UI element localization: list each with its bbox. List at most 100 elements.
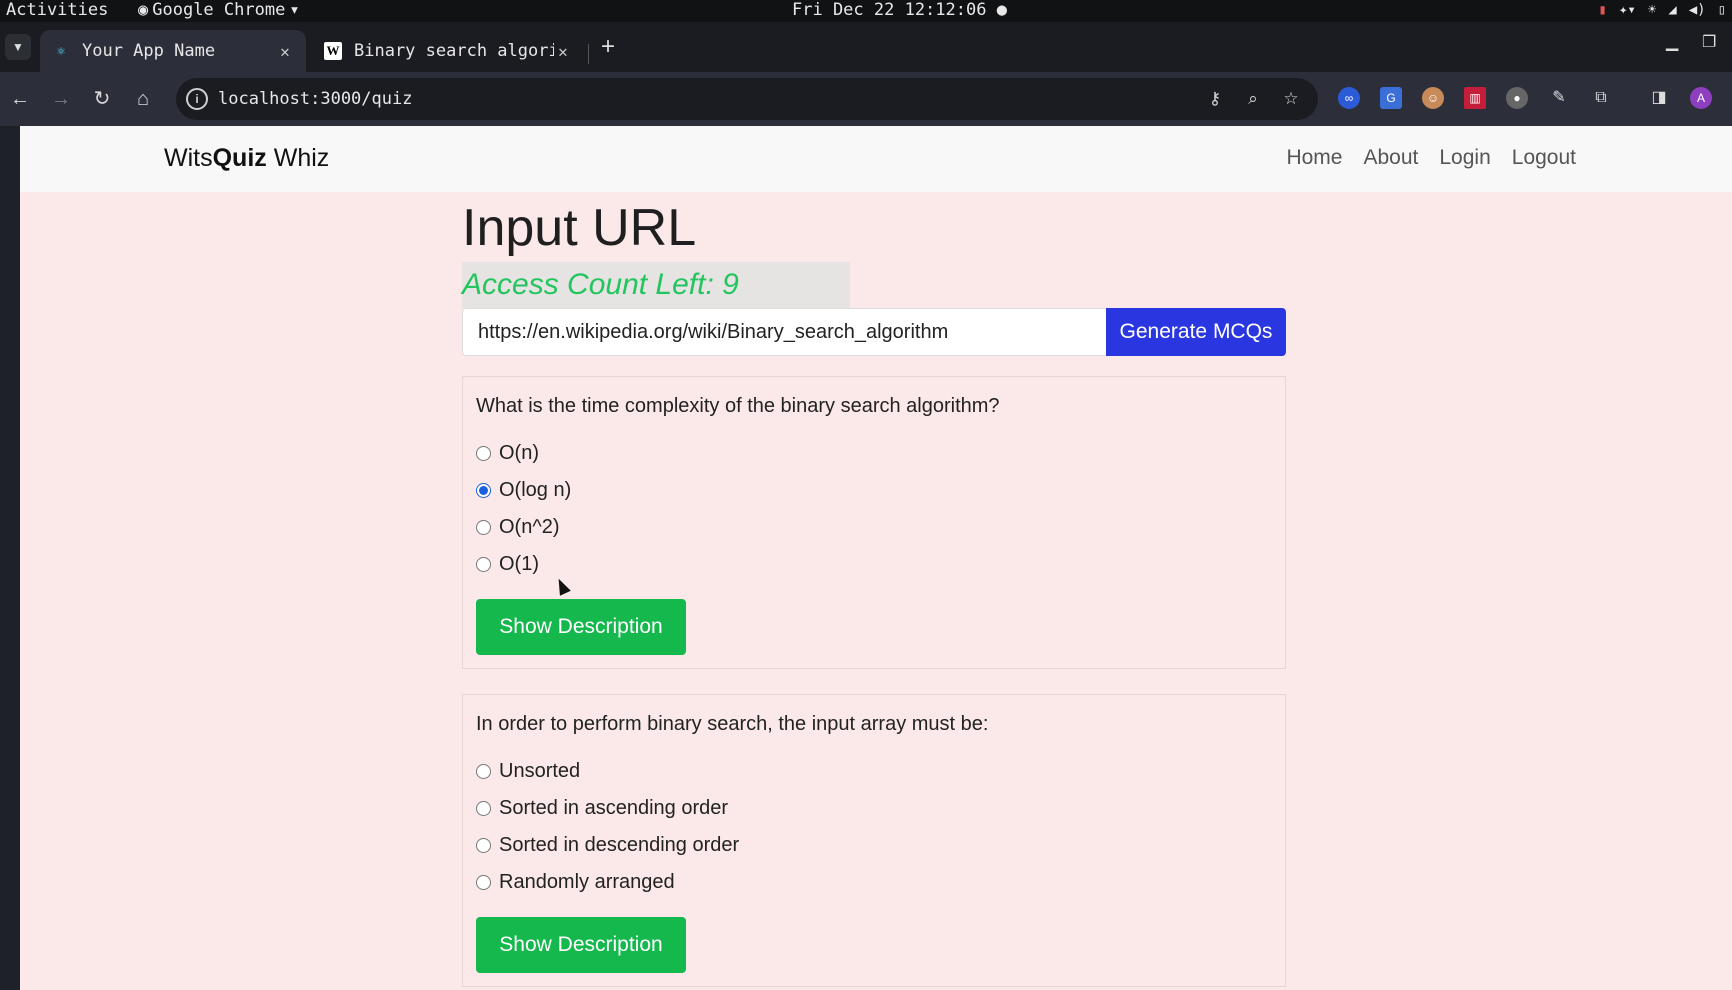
system-top-bar: Activities ◉ Google Chrome ▾ Fri Dec 22 … [0, 0, 1732, 22]
activities-button[interactable]: Activities [6, 0, 108, 20]
page-title: Input URL [462, 199, 697, 257]
tab-title: Binary search algorithm [354, 41, 554, 61]
accessibility-icon: ✦▾ [1618, 2, 1636, 18]
option-o-1[interactable]: O(1) [476, 546, 1272, 583]
brand-bold: Quiz [212, 144, 267, 172]
tab-binary-search[interactable]: W Binary search algorithm ✕ [312, 30, 584, 72]
nav-about[interactable]: About [1363, 146, 1418, 170]
restore-button[interactable]: ❐ [1702, 32, 1716, 52]
arrow-left-icon: ← [10, 88, 30, 110]
site-info-icon[interactable]: i [186, 88, 208, 110]
extensions-puzzle-icon[interactable]: ⧉ [1590, 87, 1612, 109]
show-description-button[interactable]: Show Description [476, 599, 686, 655]
nav-login[interactable]: Login [1439, 146, 1490, 170]
url-input[interactable] [462, 308, 1106, 356]
option-o-n[interactable]: O(n) [476, 435, 1272, 472]
clock-text: Fri Dec 22 12:12:06 [792, 0, 987, 20]
web-page: WitsQuiz Whiz Home About Login Logout In… [20, 126, 1732, 990]
plus-icon: + [600, 33, 615, 60]
tab-strip: ▼ ⚛ Your App Name ✕ W Binary search algo… [0, 22, 1732, 72]
key-icon[interactable]: ⚷ [1204, 88, 1226, 110]
home-icon: ⌂ [136, 88, 150, 110]
option-o-log-n[interactable]: O(log n) [476, 472, 1272, 509]
tab-your-app[interactable]: ⚛ Your App Name ✕ [40, 30, 306, 72]
app-name: Google Chrome [152, 0, 286, 20]
url-form: Generate MCQs [462, 308, 1286, 356]
radio-button[interactable] [476, 446, 491, 461]
option-label: Randomly arranged [499, 871, 675, 893]
option-label: Sorted in ascending order [499, 797, 729, 819]
forward-button[interactable]: → [48, 86, 74, 112]
nav-home[interactable]: Home [1286, 146, 1342, 170]
option-label: O(1) [499, 553, 539, 575]
close-icon[interactable]: ✕ [276, 42, 294, 61]
screen-record-icon: ▮ [1598, 2, 1607, 18]
extension-bottle-icon[interactable]: ● [1506, 87, 1528, 109]
react-icon: ⚛ [57, 43, 65, 59]
option-randomly-arranged[interactable]: Randomly arranged [476, 864, 1272, 901]
radio-button[interactable] [476, 557, 491, 572]
wifi-icon: ◢ [1668, 2, 1677, 18]
notification-dot-icon: ● [996, 0, 1007, 20]
tab-search-button[interactable]: ▼ [5, 34, 31, 60]
radio-button[interactable] [476, 520, 491, 535]
reload-button[interactable]: ↻ [89, 86, 115, 112]
extension-chart-icon[interactable]: ▥ [1464, 87, 1486, 109]
extension-translate-icon[interactable]: G [1380, 87, 1402, 109]
brand-suffix: Whiz [266, 144, 330, 172]
option-label: Sorted in descending order [499, 834, 740, 856]
chevron-down-icon: ▾ [289, 0, 300, 20]
nav-links: Home About Login Logout [1286, 126, 1576, 190]
radio-button-checked[interactable] [476, 483, 491, 498]
site-navbar: WitsQuiz Whiz Home About Login Logout [20, 126, 1732, 192]
radio-button[interactable] [476, 838, 491, 853]
zoom-icon[interactable]: ⌕ [1242, 88, 1264, 110]
site-brand[interactable]: WitsQuiz Whiz [164, 126, 329, 190]
url-text: localhost:3000/quiz [218, 89, 413, 109]
option-label: O(log n) [499, 479, 572, 501]
chevron-down-icon: ▼ [12, 40, 24, 54]
brightness-icon: ☀ [1647, 2, 1657, 18]
volume-icon: ◀) [1688, 2, 1706, 18]
arrow-right-icon: → [51, 88, 71, 110]
close-icon[interactable]: ✕ [554, 42, 572, 61]
quiz-content: Input URL Access Count Left: 9 Generate … [462, 192, 1286, 987]
chrome-icon: ◉ [138, 0, 149, 20]
tab-separator [588, 44, 589, 64]
question-card: In order to perform binary search, the i… [462, 694, 1286, 987]
nav-logout[interactable]: Logout [1512, 146, 1576, 170]
extension-face-icon[interactable]: ☺ [1422, 87, 1444, 109]
radio-button[interactable] [476, 875, 491, 890]
option-sorted-descending[interactable]: Sorted in descending order [476, 827, 1272, 864]
clock[interactable]: Fri Dec 22 12:12:06 ● [792, 0, 1007, 20]
option-unsorted[interactable]: Unsorted [476, 753, 1272, 790]
question-text: In order to perform binary search, the i… [476, 713, 989, 735]
brand-prefix: Wits [164, 144, 213, 172]
new-tab-button[interactable]: + [596, 32, 620, 62]
reload-icon: ↻ [93, 88, 111, 110]
back-button[interactable]: ← [7, 86, 33, 112]
access-count: Access Count Left: 9 [462, 262, 850, 308]
bookmark-star-icon[interactable]: ☆ [1280, 88, 1302, 110]
show-description-button[interactable]: Show Description [476, 917, 686, 973]
side-panel-icon[interactable]: ◨ [1648, 87, 1670, 109]
extension-infinity-icon[interactable]: ∞ [1338, 87, 1360, 109]
minimize-button[interactable]: ▁ [1666, 32, 1678, 52]
battery-icon: ▯ [1717, 2, 1726, 18]
system-tray[interactable]: ▮ ✦▾ ☀ ◢ ◀) ▯ [1599, 0, 1726, 20]
option-label: Unsorted [499, 760, 581, 782]
home-button[interactable]: ⌂ [130, 86, 156, 112]
question-text: What is the time complexity of the binar… [476, 395, 1000, 417]
profile-avatar[interactable]: A [1690, 87, 1712, 109]
question-card: What is the time complexity of the binar… [462, 376, 1286, 669]
option-o-n-squared[interactable]: O(n^2) [476, 509, 1272, 546]
radio-button[interactable] [476, 764, 491, 779]
wikipedia-icon: W [324, 42, 342, 60]
option-label: O(n^2) [499, 516, 560, 538]
radio-button[interactable] [476, 801, 491, 816]
option-sorted-ascending[interactable]: Sorted in ascending order [476, 790, 1272, 827]
pin-icon[interactable]: ✎ [1548, 87, 1570, 109]
app-menu[interactable]: ◉ Google Chrome ▾ [138, 0, 300, 20]
generate-mcqs-button[interactable]: Generate MCQs [1106, 308, 1286, 356]
address-bar[interactable]: i localhost:3000/quiz ⚷ ⌕ ☆ [176, 78, 1318, 120]
